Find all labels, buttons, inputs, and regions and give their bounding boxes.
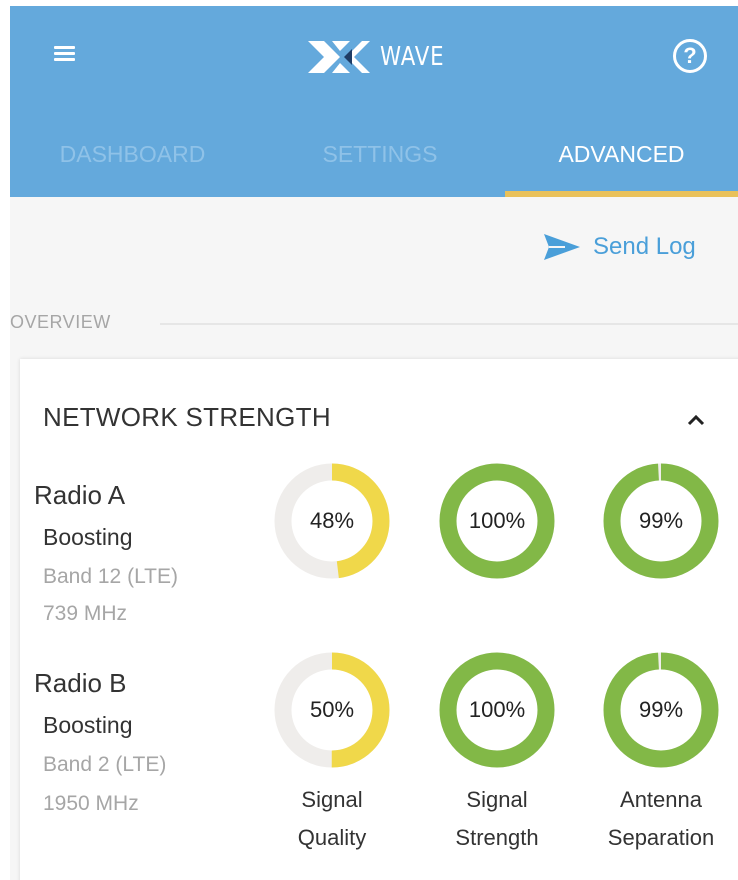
radio-a-frequency: 739 MHz [43,602,128,625]
column-label-line: Signal [301,787,363,812]
gauge-radio-b-antenna-separation: 99% [601,650,721,770]
column-label-line: Quality [297,825,367,850]
logo-text: WAVE [380,42,445,72]
help-circle-icon[interactable]: ? [673,39,707,73]
column-label-antenna-separation: Antenna Separation [581,781,738,857]
chevron-up-icon[interactable] [684,410,708,430]
paper-plane-icon [544,234,580,260]
overview-section-label: OVERVIEW [10,312,111,332]
radio-b-status: Boosting [43,712,133,738]
hamburger-menu-icon[interactable] [54,42,78,64]
column-label-line: Strength [455,825,539,850]
tab-bar: DASHBOARD SETTINGS ADVANCED [10,135,738,197]
app-window: WAVE ? DASHBOARD SETTINGS ADVANCED Send … [10,6,738,880]
gauge-value: 99% [638,697,684,722]
section-divider [160,323,738,325]
gauge-radio-a-antenna-separation: 99% [601,461,721,581]
card-title: NETWORK STRENGTH [43,402,331,432]
column-label-line: Separation [607,825,715,850]
radio-a-band: Band 12 (LTE) [43,565,179,588]
gauge-value: 50% [309,697,355,722]
gauge-radio-b-signal-quality: 50% [272,650,392,770]
gauge-value: 100% [468,508,526,533]
send-log-label: Send Log [593,233,696,260]
column-label-line: Antenna [620,787,702,812]
app-header: WAVE ? DASHBOARD SETTINGS ADVANCED [10,6,738,197]
active-tab-indicator [505,191,738,197]
column-label-signal-quality: Signal Quality [252,781,412,857]
radio-b-name: Radio B [34,668,127,698]
gauge-value: 100% [468,697,526,722]
column-label-line: Signal [466,787,528,812]
app-logo: WAVE [306,37,459,77]
gauge-radio-b-signal-strength: 100% [437,650,557,770]
gauge-value: 99% [638,508,684,533]
send-log-button[interactable]: Send Log [543,230,696,264]
radio-b-frequency: 1950 MHz [43,792,139,815]
tab-settings[interactable]: SETTINGS [255,135,505,197]
tab-dashboard[interactable]: DASHBOARD [10,135,255,197]
network-strength-card: NETWORK STRENGTH Radio A Boosting Band 1… [20,359,738,880]
gauge-radio-a-signal-strength: 100% [437,461,557,581]
wave-logo-icon [308,41,370,73]
column-label-signal-strength: Signal Strength [417,781,577,857]
radio-a-status: Boosting [43,524,133,550]
gauge-value: 48% [309,508,355,533]
radio-b-band: Band 2 (LTE) [43,753,167,776]
gauge-radio-a-signal-quality: 48% [272,461,392,581]
tab-advanced[interactable]: ADVANCED [505,135,738,197]
radio-a-name: Radio A [34,480,126,510]
